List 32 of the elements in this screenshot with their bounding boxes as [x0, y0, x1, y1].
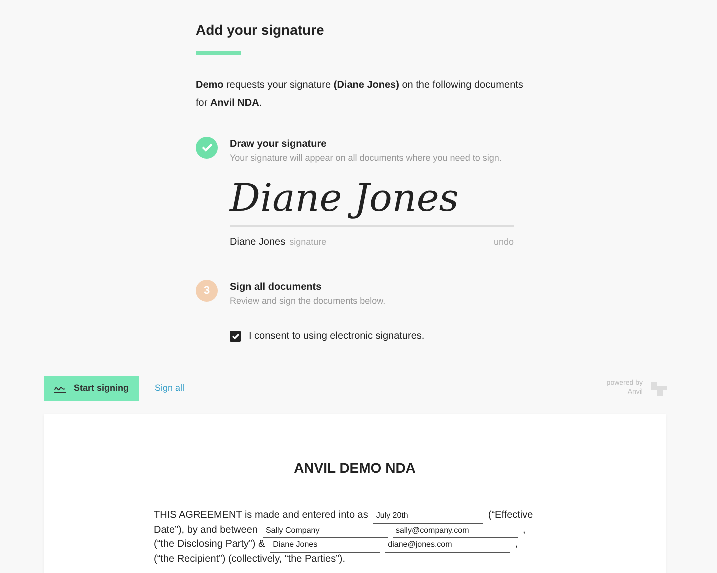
document-text: ,	[522, 524, 526, 538]
signature-icon	[54, 384, 66, 394]
start-signing-button[interactable]: Start signing	[44, 376, 140, 402]
heading-underline	[196, 50, 241, 55]
intro-text: Demo requests your signature (Diane Jones) on the following documents for Anvil NDA.	[196, 78, 524, 111]
filled-field: July 20th	[373, 509, 484, 524]
logo-icon	[651, 382, 667, 396]
document-text: (“Effective	[488, 509, 534, 524]
sign-all-link[interactable]: Sign all	[155, 382, 185, 396]
filled-field: sally@company.com	[392, 524, 518, 538]
step-subtitle: Your signature will appear on all documents where you need to sign.	[230, 152, 502, 165]
step-subtitle: Review and sign the documents below.	[230, 295, 386, 308]
document-text: (“the Recipient”) (collectively, “the Parties”).	[154, 552, 346, 566]
page-heading: Add your signature	[196, 22, 326, 39]
document-text: Date”), by and between	[154, 524, 258, 538]
document-title: ANVIL DEMO NDA	[293, 459, 417, 478]
document-text: ,	[515, 538, 518, 552]
step-done-icon	[196, 136, 218, 159]
signature-drawing: Diane Jones	[230, 179, 460, 218]
signer-name: Diane Jones	[230, 236, 286, 250]
undo-link[interactable]: undo	[494, 236, 514, 250]
step-title: Sign all documents	[230, 281, 323, 296]
document-text: THIS AGREEMENT is made and entered into as	[154, 509, 368, 524]
filled-field: Diane Jones	[270, 538, 380, 553]
signature-caption: signature	[290, 236, 327, 250]
document-text: (“the Disclosing Party”) &	[154, 538, 266, 552]
step-title: Draw your signature	[230, 138, 328, 152]
filled-field: Sally Company	[262, 524, 388, 538]
step-number: 3	[196, 280, 218, 302]
filled-field: diane@jones.com	[385, 538, 510, 553]
consent-checkbox[interactable]	[230, 330, 241, 342]
consent-label: I consent to using electronic signatures.	[249, 330, 425, 344]
